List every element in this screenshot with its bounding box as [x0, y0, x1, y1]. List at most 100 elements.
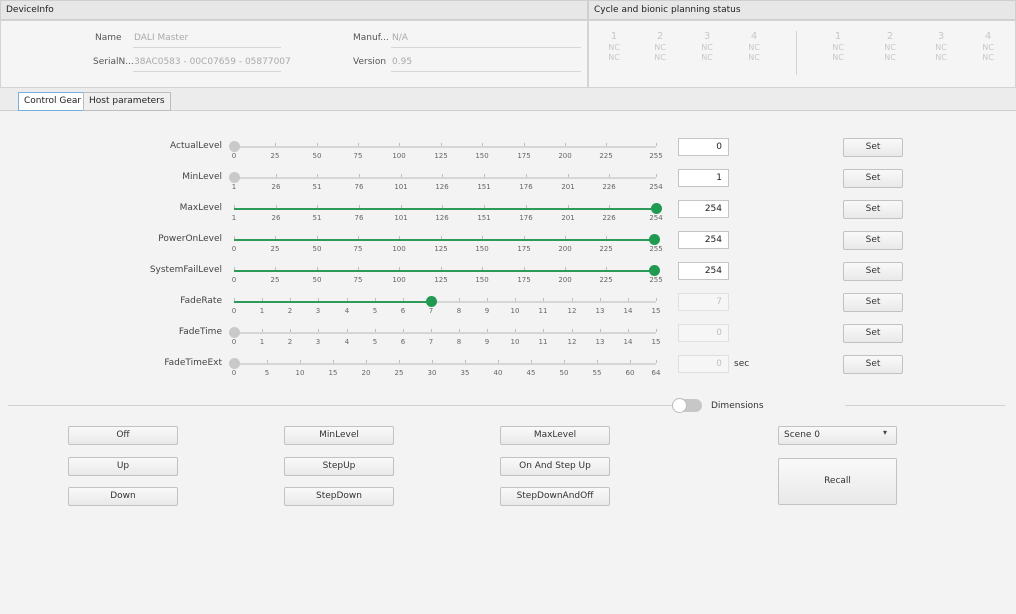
slider-tick-label: 14 — [623, 307, 633, 315]
dimensions-toggle[interactable] — [672, 398, 702, 413]
slider-value-field[interactable]: 254 — [678, 231, 729, 249]
on-and-step-up-button[interactable]: On And Step Up — [500, 457, 610, 476]
slider-tick — [459, 298, 460, 301]
set-button[interactable]: Set — [843, 293, 903, 312]
slider-tick-label: 150 — [475, 245, 489, 253]
set-button[interactable]: Set — [843, 231, 903, 250]
slider-label: MinLevel — [182, 172, 222, 182]
slider-label: FadeTime — [178, 327, 222, 337]
slider-tick-label: 6 — [400, 307, 406, 315]
up-button[interactable]: Up — [68, 457, 178, 476]
slider-row: FadeTimeExt 0 5 10 15 20 25 30 35 40 45 50 55 60 64 0 se… — [0, 350, 1016, 380]
tab-control-gear[interactable]: Control Gear — [18, 92, 88, 111]
slider-tick — [399, 143, 400, 146]
dimensions-toggle-knob — [672, 398, 687, 413]
slider-tick — [600, 298, 601, 301]
slider-tick — [317, 236, 318, 239]
version-value: 0.95 — [392, 57, 413, 67]
slider-tick — [487, 298, 488, 301]
slider-tick-label: 30 — [427, 369, 437, 377]
slider-track[interactable] — [234, 146, 656, 148]
slider-tick — [358, 267, 359, 270]
slider-value-field[interactable]: 0 — [678, 138, 729, 156]
maxlevel-button[interactable]: MaxLevel — [500, 426, 610, 445]
deviceinfo-panel: Name DALI Master SerialN... 38AC0583 - 0… — [0, 20, 588, 88]
dimensions-label: Dimensions — [711, 401, 764, 411]
slider-knob[interactable] — [651, 203, 662, 214]
slider-knob[interactable] — [229, 358, 240, 369]
slider-tick — [401, 174, 402, 177]
scene-select[interactable]: Scene 0 ▾ — [778, 426, 897, 445]
slider-tick-label: 126 — [435, 214, 449, 222]
slider-tick-label: 5 — [264, 369, 270, 377]
status-cell: 1 NC NC — [826, 31, 850, 63]
slider-tick — [333, 360, 334, 363]
slider-value-field: 0 — [678, 324, 729, 342]
slider-knob[interactable] — [649, 265, 660, 276]
slider-tick-label: 255 — [649, 245, 663, 253]
recall-button[interactable]: Recall — [778, 458, 897, 505]
slider-knob[interactable] — [229, 172, 240, 183]
slider-tick — [275, 143, 276, 146]
set-button[interactable]: Set — [843, 169, 903, 188]
slider-tick — [465, 360, 466, 363]
slider-tick-label: 3 — [315, 338, 321, 346]
slider-label: PowerOnLevel — [158, 234, 222, 244]
slider-label: FadeRate — [180, 296, 222, 306]
stepdown-button[interactable]: StepDown — [284, 487, 394, 506]
slider-knob[interactable] — [649, 234, 660, 245]
manuf-underline — [391, 47, 581, 48]
slider-tick — [609, 205, 610, 208]
slider-tick — [262, 329, 263, 332]
stepdownandoff-button[interactable]: StepDownAndOff — [500, 487, 610, 506]
slider-tick — [482, 143, 483, 146]
slider-track[interactable] — [234, 332, 656, 334]
slider-tick-label: 11 — [538, 307, 548, 315]
slider-tick-label: 9 — [484, 307, 490, 315]
slider-tick — [515, 329, 516, 332]
slider-tick-label: 200 — [558, 245, 572, 253]
slider-unit: sec — [734, 359, 750, 369]
slider-tick-label: 0 — [231, 307, 237, 315]
off-button[interactable]: Off — [68, 426, 178, 445]
tab-host-parameters[interactable]: Host parameters — [83, 92, 171, 111]
slider-track[interactable] — [234, 363, 656, 365]
slider-knob[interactable] — [229, 327, 240, 338]
status-nc: NC — [608, 53, 620, 62]
slider-row: SystemFailLevel 0 25 50 75 100 125 150 175 200 225… — [0, 257, 1016, 287]
slider-value-field[interactable]: 1 — [678, 169, 729, 187]
slider-fill — [234, 239, 654, 241]
version-label: Version — [353, 57, 387, 67]
set-button[interactable]: Set — [843, 138, 903, 157]
slider-value-field[interactable]: 254 — [678, 200, 729, 218]
status-number: 3 — [937, 31, 945, 42]
slider-track[interactable] — [234, 177, 656, 179]
slider-row: FadeTime 0 1 2 3 4 5 6 7 8 9 10 11 12 13 14 15 0 Set — [0, 319, 1016, 349]
slider-tick — [531, 360, 532, 363]
minlevel-button[interactable]: MinLevel — [284, 426, 394, 445]
set-button[interactable]: Set — [843, 200, 903, 219]
status-cell: 2 NC NC — [878, 31, 902, 63]
slider-knob[interactable] — [426, 296, 437, 307]
slider-tick-label: 60 — [625, 369, 635, 377]
stepup-button[interactable]: StepUp — [284, 457, 394, 476]
set-button[interactable]: Set — [843, 324, 903, 343]
slider-value-field[interactable]: 254 — [678, 262, 729, 280]
slider-tick-label: 4 — [344, 307, 350, 315]
slider-tick-label: 226 — [602, 183, 616, 191]
down-button[interactable]: Down — [68, 487, 178, 506]
slider-tick — [524, 236, 525, 239]
set-button[interactable]: Set — [843, 262, 903, 281]
slider-row: MinLevel 1 26 51 76 101 126 151 176 201 226 254 1 Set — [0, 164, 1016, 194]
status-number: 3 — [703, 31, 711, 42]
name-label: Name — [95, 33, 122, 43]
slider-knob[interactable] — [229, 141, 240, 152]
slider-tick-label: 50 — [312, 152, 322, 160]
slider-tick — [317, 267, 318, 270]
slider-tick — [442, 174, 443, 177]
set-button[interactable]: Set — [843, 355, 903, 374]
slider-tick — [234, 236, 235, 239]
slider-fill — [234, 270, 654, 272]
slider-tick-label: 26 — [271, 214, 281, 222]
status-number: 4 — [984, 31, 992, 42]
